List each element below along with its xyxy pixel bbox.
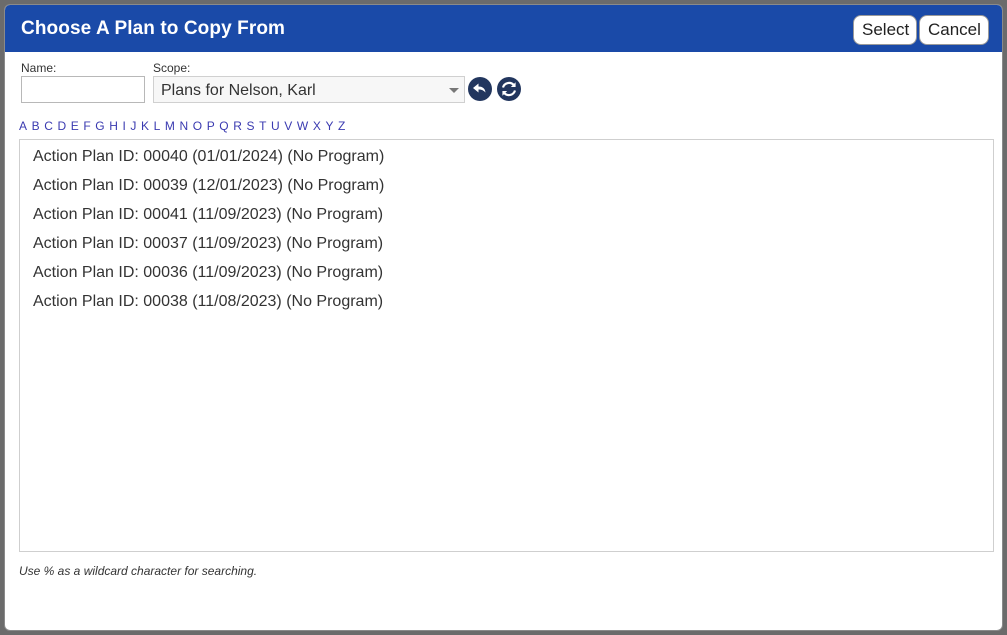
list-item[interactable]: Action Plan ID: 00040 (01/01/2024) (No P… <box>33 148 384 166</box>
name-input[interactable] <box>21 76 145 103</box>
list-item[interactable]: Action Plan ID: 00036 (11/09/2023) (No P… <box>33 264 383 282</box>
alphabet-letter-e[interactable]: E <box>71 119 79 133</box>
alphabet-letter-a[interactable]: A <box>19 119 27 133</box>
alphabet-letter-u[interactable]: U <box>271 119 280 133</box>
alphabet-letter-m[interactable]: M <box>165 119 175 133</box>
refresh-icon[interactable] <box>497 77 521 101</box>
dialog-titlebar: Choose A Plan to Copy From Select Cancel <box>5 5 1002 52</box>
dialog-title: Choose A Plan to Copy From <box>21 18 286 39</box>
alphabet-letter-w[interactable]: W <box>297 119 309 133</box>
undo-icon[interactable] <box>468 77 492 101</box>
alphabet-letter-q[interactable]: Q <box>219 119 229 133</box>
alphabet-letter-v[interactable]: V <box>284 119 292 133</box>
alphabet-letter-o[interactable]: O <box>193 119 203 133</box>
alphabet-letter-b[interactable]: B <box>32 119 40 133</box>
alphabet-letter-h[interactable]: H <box>109 119 118 133</box>
scope-dropdown[interactable]: Plans for Nelson, Karl <box>153 76 465 103</box>
list-item[interactable]: Action Plan ID: 00041 (11/09/2023) (No P… <box>33 206 383 224</box>
alphabet-letter-y[interactable]: Y <box>325 119 333 133</box>
alphabet-letter-c[interactable]: C <box>44 119 53 133</box>
select-button[interactable]: Select <box>853 15 917 45</box>
alphabet-letter-x[interactable]: X <box>313 119 321 133</box>
copy-plan-dialog: Choose A Plan to Copy From Select Cancel… <box>4 4 1003 631</box>
alphabet-letter-z[interactable]: Z <box>338 119 346 133</box>
list-item[interactable]: Action Plan ID: 00038 (11/08/2023) (No P… <box>33 293 383 311</box>
alphabet-letter-k[interactable]: K <box>141 119 149 133</box>
alphabet-letter-d[interactable]: D <box>57 119 66 133</box>
list-item[interactable]: Action Plan ID: 00037 (11/09/2023) (No P… <box>33 235 383 253</box>
wildcard-hint: Use % as a wildcard character for search… <box>19 564 258 578</box>
alphabet-letter-s[interactable]: S <box>247 119 255 133</box>
chevron-down-icon <box>449 88 459 93</box>
list-item[interactable]: Action Plan ID: 00039 (12/01/2023) (No P… <box>33 177 384 195</box>
alphabet-letter-i[interactable]: I <box>122 119 126 133</box>
name-label: Name: <box>21 61 57 75</box>
alphabet-letter-l[interactable]: L <box>154 119 161 133</box>
plan-listbox[interactable]: Action Plan ID: 00040 (01/01/2024) (No P… <box>19 139 994 552</box>
alphabet-letter-g[interactable]: G <box>95 119 105 133</box>
alphabet-letter-j[interactable]: J <box>130 119 136 133</box>
alphabet-filter: ABCDEFGHIJKLMNOPQRSTUVWXYZ <box>19 119 350 133</box>
alphabet-letter-t[interactable]: T <box>259 119 267 133</box>
alphabet-letter-p[interactable]: P <box>207 119 215 133</box>
cancel-button[interactable]: Cancel <box>919 15 989 45</box>
scope-label: Scope: <box>153 61 191 75</box>
alphabet-letter-r[interactable]: R <box>233 119 242 133</box>
scope-selected-value: Plans for Nelson, Karl <box>161 82 316 99</box>
alphabet-letter-f[interactable]: F <box>83 119 91 133</box>
alphabet-letter-n[interactable]: N <box>179 119 188 133</box>
